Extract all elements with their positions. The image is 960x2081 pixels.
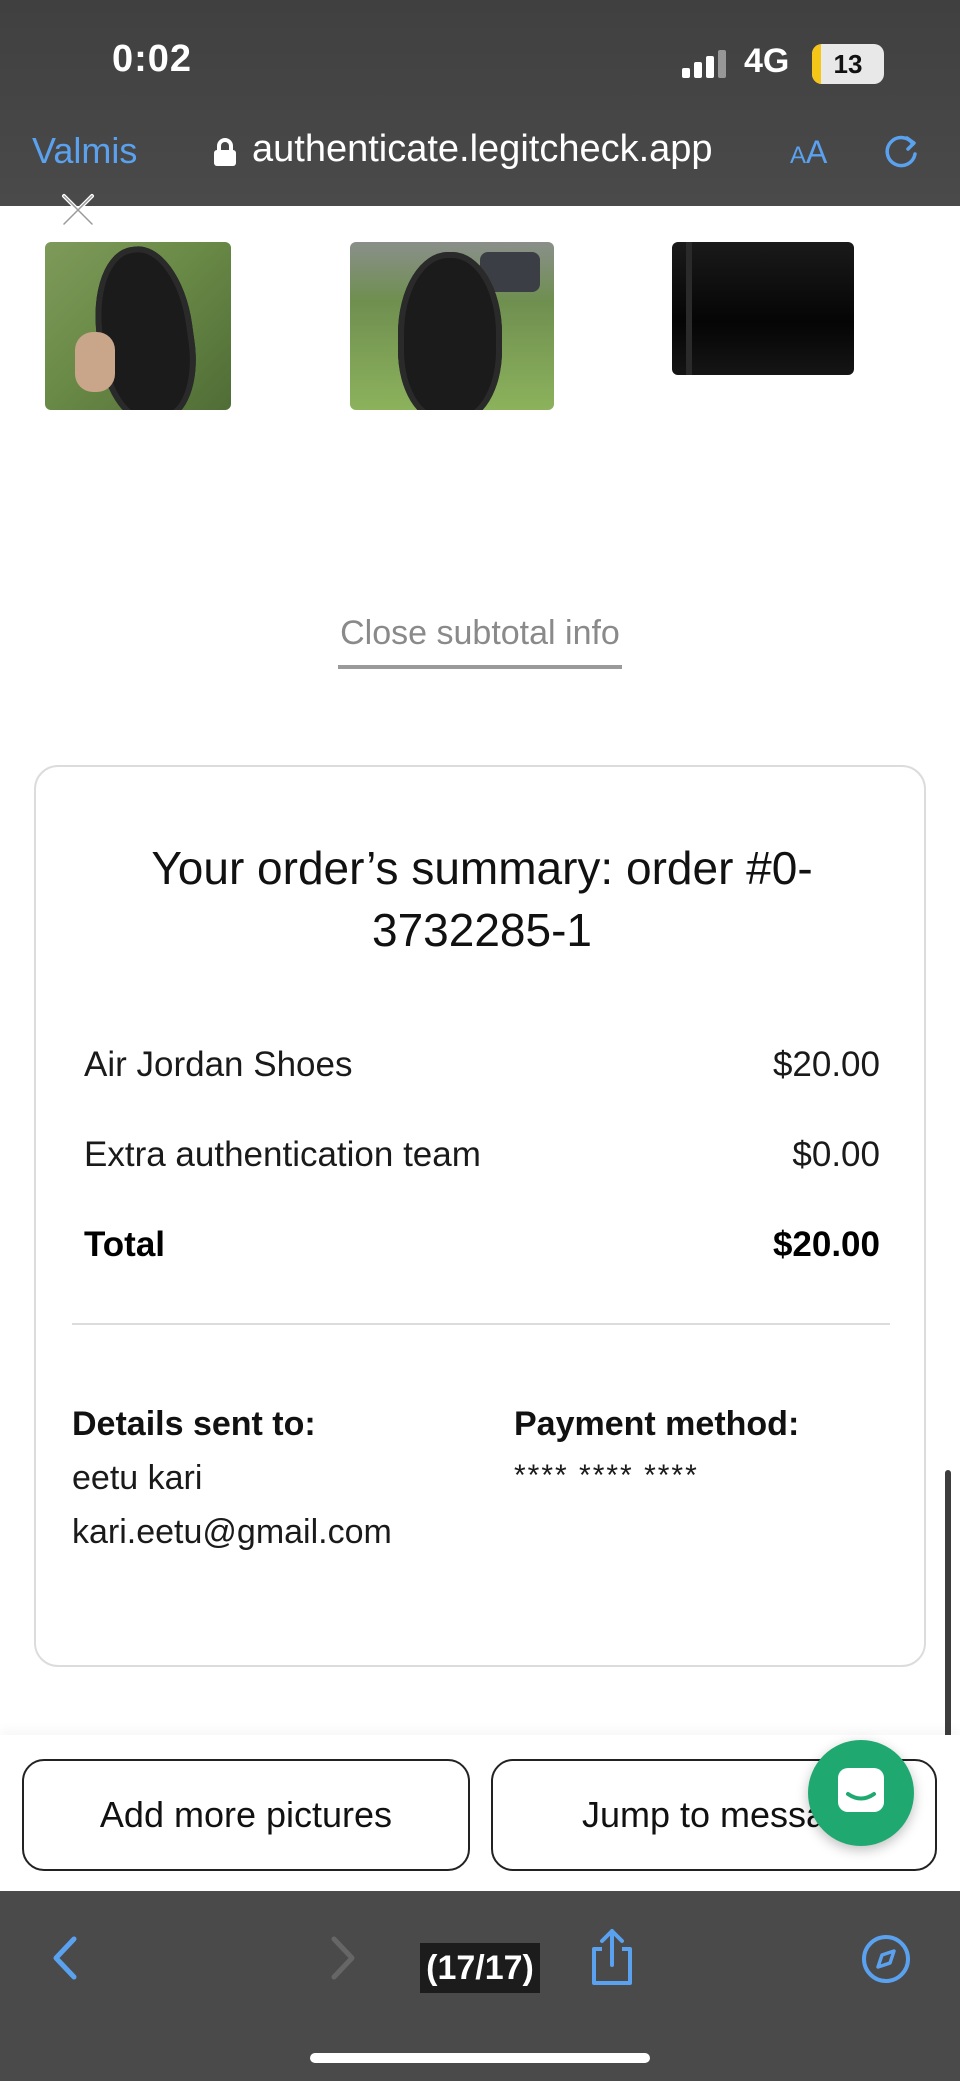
details-sent-to-heading: Details sent to:	[72, 1405, 316, 1443]
status-time: 0:02	[112, 38, 193, 80]
chat-icon	[838, 1768, 884, 1812]
total-label: Total	[84, 1225, 166, 1264]
browser-bottom-toolbar: (17/17)	[0, 1891, 960, 2081]
battery-icon: 13	[812, 44, 884, 84]
address-bar[interactable]: Valmis authenticate.legitcheck.app AA	[0, 120, 960, 206]
back-to-app-link[interactable]: Valmis	[32, 130, 137, 172]
share-icon[interactable]	[588, 1927, 636, 1987]
status-bar: 0:02 4G 13	[0, 0, 960, 120]
line-item-amount: $20.00	[772, 1045, 880, 1084]
page-counter: (17/17)	[420, 1943, 540, 1993]
customer-email: kari.eetu@gmail.com	[72, 1513, 392, 1551]
compass-icon[interactable]	[860, 1933, 912, 1985]
chevron-right-icon[interactable]	[326, 1933, 362, 1983]
shoe-sole-outdoor-photo-thumbnail[interactable]	[350, 242, 554, 410]
close-subtotal-info-link[interactable]: Close subtotal info	[338, 614, 622, 669]
customer-name: eetu kari	[72, 1459, 203, 1497]
text-size-button[interactable]: AA	[790, 134, 827, 171]
payment-method-heading: Payment method:	[514, 1405, 800, 1443]
dark-photo-thumbnail[interactable]	[672, 242, 854, 375]
browser-top-bar: 0:02 4G 13 Valmis authenticate.legitchec…	[0, 0, 960, 206]
divider	[72, 1323, 890, 1325]
home-indicator	[310, 2053, 650, 2063]
lock-icon	[214, 138, 236, 166]
text-size-large: A	[806, 134, 828, 170]
line-item-label: Air Jordan Shoes	[84, 1045, 353, 1084]
close-icon[interactable]	[58, 190, 98, 230]
order-summary-card: Your order’s summary: order #0-3732285-1…	[34, 765, 926, 1667]
chevron-left-icon[interactable]	[46, 1933, 82, 1983]
network-type: 4G	[744, 42, 790, 80]
add-more-pictures-button[interactable]: Add more pictures	[22, 1759, 470, 1871]
text-size-small: A	[790, 142, 807, 169]
chat-button[interactable]	[808, 1740, 914, 1846]
line-item-amount: $0.00	[792, 1135, 880, 1174]
battery-level: 13	[833, 49, 863, 79]
shoe-sole-photo-thumbnail[interactable]	[45, 242, 231, 410]
payment-method-value: **** **** ****	[514, 1459, 699, 1492]
total-amount: $20.00	[772, 1225, 880, 1264]
url-text[interactable]: authenticate.legitcheck.app	[252, 128, 713, 171]
signal-strength-icon	[682, 48, 728, 78]
order-summary-title: Your order’s summary: order #0-3732285-1	[151, 842, 813, 956]
line-item-label: Extra authentication team	[84, 1135, 481, 1174]
reload-icon[interactable]	[880, 130, 922, 172]
screen: 0:02 4G 13 Valmis authenticate.legitchec…	[0, 0, 960, 2081]
